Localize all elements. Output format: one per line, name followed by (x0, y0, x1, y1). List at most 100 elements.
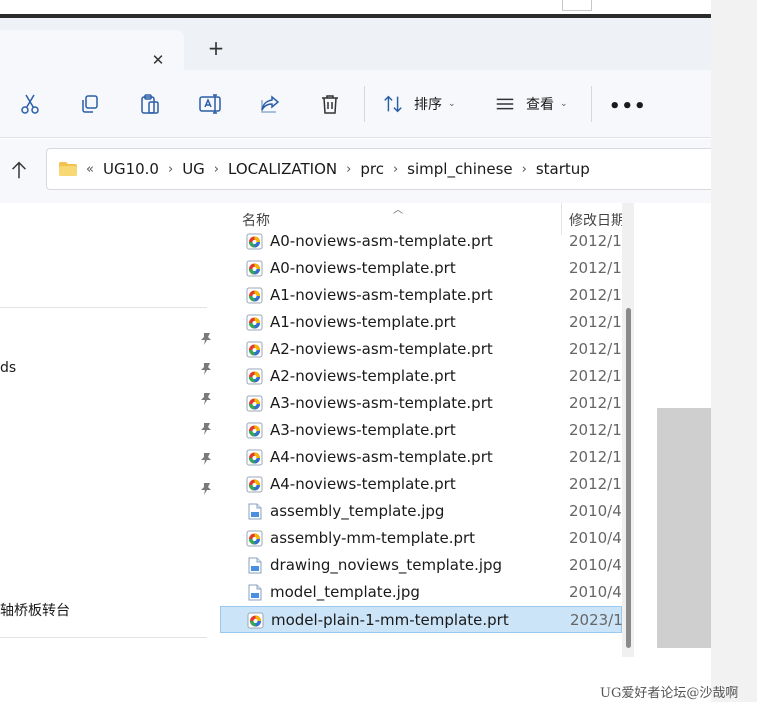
nav-item-ds[interactable]: ds (0, 360, 16, 376)
share-icon[interactable] (258, 92, 282, 116)
image-file-icon (246, 503, 263, 520)
file-row[interactable]: A3-noviews-template.prt 2012/11 (220, 417, 631, 444)
copy-icon[interactable] (78, 92, 102, 116)
pin-icon[interactable] (199, 362, 213, 376)
file-name: A3-noviews-template.prt (270, 421, 456, 439)
breadcrumb-separator[interactable]: › (168, 162, 173, 177)
file-row[interactable]: A4-noviews-asm-template.prt 2012/11 (220, 444, 631, 471)
pin-icon[interactable] (199, 422, 213, 436)
file-date: 2010/4, (569, 502, 627, 520)
file-date: 2010/4, (569, 556, 627, 574)
tab-current[interactable]: ✕ (0, 30, 184, 70)
column-header-date[interactable]: 修改日期 (569, 210, 625, 230)
sort-ascending-icon: ︿ (393, 205, 403, 216)
sort-menu-button[interactable]: 排序 ⌄ (382, 92, 456, 116)
file-row[interactable]: A0-noviews-asm-template.prt 2012/11 (220, 228, 631, 255)
nx-part-file-icon (246, 314, 263, 331)
pin-icon[interactable] (199, 332, 213, 346)
toolbar-separator (364, 86, 365, 122)
file-row[interactable]: assembly_template.jpg 2010/4, (220, 498, 627, 525)
pin-icon[interactable] (199, 392, 213, 406)
navigation-pane: ds 轴桥板转台 (0, 203, 220, 657)
breadcrumb-overflow[interactable]: « (86, 162, 94, 177)
toolbar-separator (591, 86, 592, 122)
file-row-selected[interactable]: model-plain-1-mm-template.prt 2023/10 (220, 606, 632, 633)
file-date: 2010/4, (569, 583, 627, 601)
breadcrumb-item[interactable]: startup (536, 160, 590, 178)
pin-icon[interactable] (199, 482, 213, 496)
background-window-fragment (657, 408, 711, 648)
nav-divider (0, 307, 207, 308)
tab-close-icon[interactable]: ✕ (149, 51, 167, 69)
window-top-strip (0, 0, 757, 18)
file-name: drawing_noviews_template.jpg (270, 556, 503, 574)
nx-part-file-icon (246, 476, 263, 493)
nx-part-file-icon (246, 449, 263, 466)
view-label: 查看 (526, 97, 554, 113)
more-options-button[interactable]: ••• (609, 96, 647, 117)
nx-part-file-icon (246, 530, 263, 547)
nav-item-bridge[interactable]: 轴桥板转台 (0, 600, 70, 620)
breadcrumb-item[interactable]: UG (182, 160, 205, 178)
file-row[interactable]: drawing_noviews_template.jpg 2010/4, (220, 552, 627, 579)
desktop-right-strip (711, 0, 757, 702)
file-name: A1-noviews-template.prt (270, 313, 456, 331)
file-name: A0-noviews-template.prt (270, 259, 456, 277)
image-file-icon (246, 557, 263, 574)
paste-icon[interactable] (138, 92, 162, 116)
new-tab-icon[interactable]: + (205, 38, 227, 60)
vertical-scrollbar[interactable] (622, 203, 634, 657)
file-name: A2-noviews-asm-template.prt (270, 340, 493, 358)
file-row[interactable]: A0-noviews-template.prt 2012/11 (220, 255, 631, 282)
nx-part-file-icon (246, 287, 263, 304)
scrollbar-thumb[interactable] (626, 308, 631, 648)
breadcrumb-separator[interactable]: › (346, 162, 351, 177)
nx-part-file-icon (246, 368, 263, 385)
breadcrumb-separator[interactable]: › (393, 162, 398, 177)
breadcrumb-separator[interactable]: › (214, 162, 219, 177)
file-row[interactable]: A2-noviews-template.prt 2012/11 (220, 363, 631, 390)
file-name: A4-noviews-asm-template.prt (270, 448, 493, 466)
file-row[interactable]: A2-noviews-asm-template.prt 2012/11 (220, 336, 631, 363)
nx-part-file-icon (246, 341, 263, 358)
column-header-name[interactable]: 名称 (242, 210, 270, 230)
nav-divider (0, 637, 207, 638)
up-arrow-icon[interactable] (8, 158, 30, 182)
file-row[interactable]: model_template.jpg 2010/4, (220, 579, 627, 606)
nx-part-file-icon (246, 422, 263, 439)
breadcrumb-item[interactable]: simpl_chinese (407, 160, 512, 178)
file-row[interactable]: A1-noviews-template.prt 2012/11 (220, 309, 631, 336)
pin-icon[interactable] (199, 452, 213, 466)
cut-icon[interactable] (18, 92, 42, 116)
file-row[interactable]: assembly-mm-template.prt 2010/4, (220, 525, 627, 552)
sort-icon (384, 95, 402, 113)
file-row[interactable]: A1-noviews-asm-template.prt 2012/11 (220, 282, 631, 309)
nx-part-file-icon (247, 612, 264, 629)
breadcrumb-item[interactable]: prc (360, 160, 384, 178)
file-list: A0-noviews-asm-template.prt 2012/11 A0-nov… (220, 228, 632, 633)
file-name: assembly_template.jpg (270, 502, 445, 520)
nx-part-file-icon (246, 260, 263, 277)
file-list-pane: ︿ 名称 修改日期 A0-noviews-asm-template.prt 201… (220, 203, 634, 657)
breadcrumb-item[interactable]: LOCALIZATION (228, 160, 337, 178)
nx-part-file-icon (246, 233, 263, 250)
background-window-edge (562, 0, 592, 11)
view-menu-button[interactable]: 查看 ⌄ (494, 92, 568, 116)
file-name: A1-noviews-asm-template.prt (270, 286, 493, 304)
nx-part-file-icon (246, 395, 263, 412)
tab-bar: ✕ + (0, 18, 711, 70)
breadcrumb-item[interactable]: UG10.0 (103, 160, 159, 178)
rename-icon[interactable] (198, 92, 222, 116)
file-name: A4-noviews-template.prt (270, 475, 456, 493)
file-name: assembly-mm-template.prt (270, 529, 476, 547)
file-row[interactable]: A4-noviews-template.prt 2012/11 (220, 471, 631, 498)
delete-icon[interactable] (318, 92, 342, 116)
chevron-down-icon: ⌄ (560, 99, 568, 109)
breadcrumb-separator[interactable]: › (522, 162, 527, 177)
address-row: « UG10.0 › UG › LOCALIZATION › prc › sim… (0, 139, 711, 203)
address-bar[interactable]: « UG10.0 › UG › LOCALIZATION › prc › sim… (46, 148, 711, 190)
sort-label: 排序 (414, 97, 442, 113)
file-row[interactable]: A3-noviews-asm-template.prt 2012/11 (220, 390, 631, 417)
watermark-text: UG爱好者论坛@沙哉啊 (600, 686, 739, 701)
file-name: A0-noviews-asm-template.prt (270, 232, 493, 250)
